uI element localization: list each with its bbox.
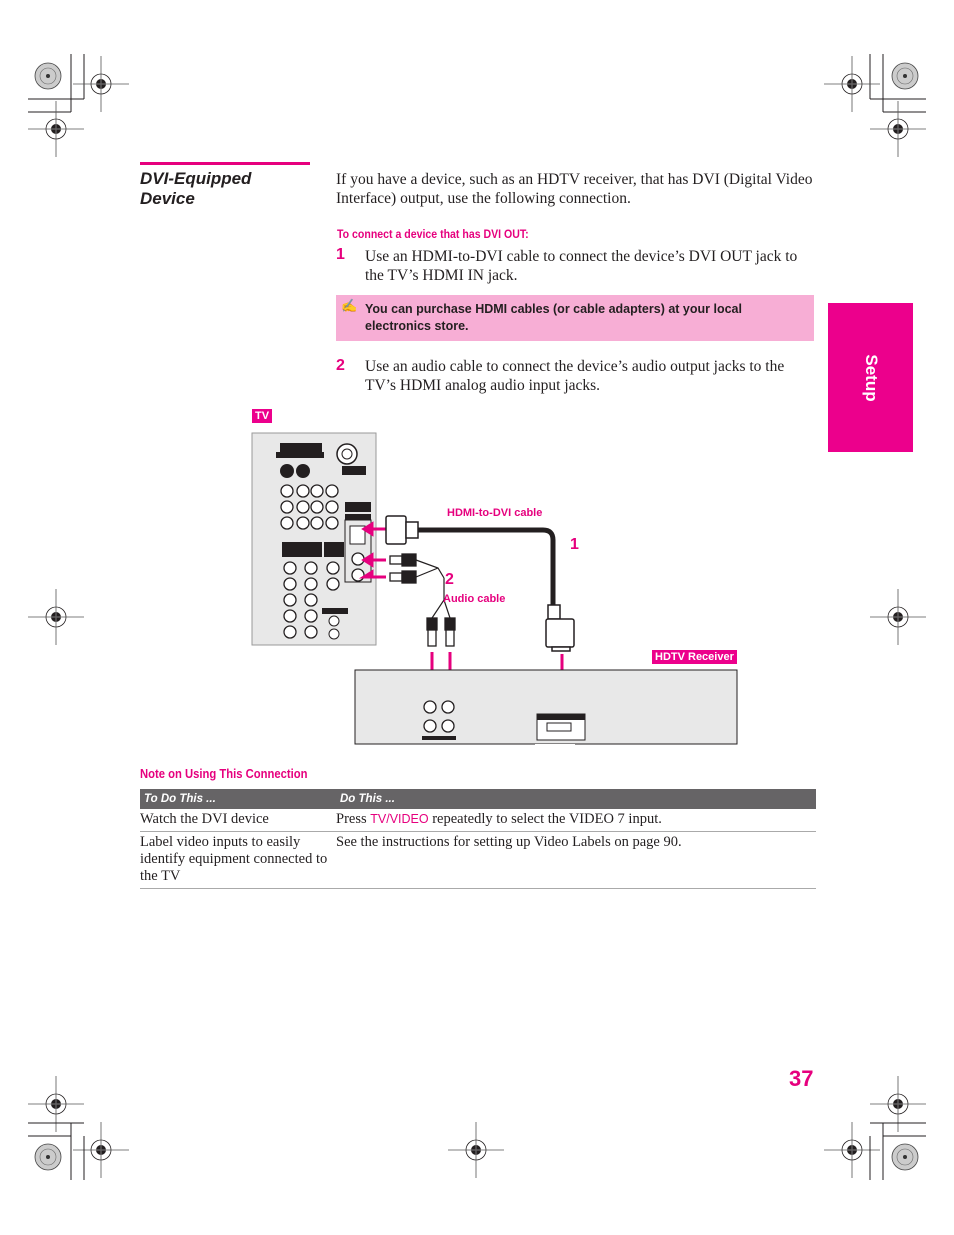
receiver-audio-out-label-bar: [422, 736, 456, 740]
registration-mark-icon: [823, 55, 881, 113]
table-heading: Note on Using This Connection: [140, 767, 308, 781]
video-in-header: [280, 443, 322, 452]
audio-cable-label: Audio cable: [443, 593, 505, 605]
cell-do-pre: Press: [336, 811, 371, 827]
dvi-connector: [545, 604, 575, 652]
audio-rca-plugs-tv: [389, 553, 417, 584]
audio-rca-plugs-receiver: [426, 617, 456, 647]
audio-in-l-jack: [351, 552, 365, 566]
tv-video-button-ref: TV/VIDEO: [370, 812, 429, 826]
page-number: 37: [789, 1066, 814, 1091]
registration-mark-icon: [72, 55, 130, 113]
callout-2: 2: [445, 571, 454, 588]
audio-cable: [415, 559, 451, 619]
table-header-row: To Do This ... Do This ...: [140, 789, 816, 809]
s-video-jack: [280, 464, 294, 478]
control-s-in-jack: [328, 615, 340, 627]
color-bar-icon: [34, 62, 62, 90]
s-video-jack: [296, 464, 310, 478]
note-table: To Do This ... Do This ... Watch the DVI…: [140, 789, 816, 889]
audio-in-r-jack: [351, 568, 365, 582]
vhf-uhf-jack: [336, 443, 358, 465]
registration-mark-icon: [72, 1121, 130, 1179]
col-header-do: Do This ...: [336, 789, 816, 809]
table-row: Watch the DVI device Press TV/VIDEO repe…: [140, 809, 816, 832]
registration-mark-icon: [27, 100, 85, 158]
step-2-number: 2: [336, 357, 345, 374]
cell-todo: Label video inputs to easily identify eq…: [140, 831, 336, 889]
callout-1: 1: [570, 536, 579, 553]
cell-do: Press TV/VIDEO repeatedly to select the …: [336, 809, 816, 832]
hd-dvd-in-header: [282, 542, 322, 551]
control-s-out-jack: [328, 628, 340, 640]
rca-jack-grid: [280, 484, 339, 530]
registration-mark-icon: [869, 588, 927, 646]
hdtv-receiver-tag: HDTV Receiver: [652, 650, 737, 664]
tv-tag: TV: [252, 409, 273, 423]
color-bar-icon: [891, 1143, 919, 1171]
step-1-number: 1: [336, 246, 345, 263]
section-title: DVI-Equipped Device: [140, 169, 320, 209]
registration-mark-icon: [447, 1121, 505, 1179]
registration-mark-icon: [27, 1075, 85, 1133]
connection-diagram: 1 2 HDMI-to-DVI cable Audio cable: [251, 432, 738, 748]
note-text: You can purchase HDMI cables (or cable a…: [365, 302, 742, 333]
section-rule: [140, 162, 310, 165]
monitor-out-header: [342, 466, 366, 475]
registration-mark-icon: [27, 588, 85, 646]
side-tab-setup[interactable]: Setup: [828, 303, 913, 452]
hdmi-connector: [385, 515, 419, 545]
control-s-header: [322, 608, 348, 614]
step-1-text: Use an HDMI-to-DVI cable to connect the …: [365, 248, 798, 284]
registration-mark-icon: [823, 1121, 881, 1179]
cell-do-pre: See the instructions for setting up Vide…: [336, 834, 682, 850]
section-title-line1: DVI-Equipped: [140, 169, 252, 188]
pencil-note-icon: ✍: [341, 298, 358, 313]
hdmi-logo-box: [345, 502, 371, 512]
cell-do-post: repeatedly to select the VIDEO 7 input.: [428, 811, 662, 827]
color-bar-icon: [34, 1143, 62, 1171]
cell-todo: Watch the DVI device: [140, 809, 336, 832]
color-bar-icon: [891, 62, 919, 90]
registration-mark-icon: [869, 1075, 927, 1133]
section-title-line2: Device: [140, 189, 195, 208]
audio-out-header: [324, 542, 344, 557]
side-tab-label: Setup: [861, 353, 881, 402]
table-row: Label video inputs to easily identify eq…: [140, 831, 816, 889]
intro-paragraph: If you have a device, such as an HDTV re…: [336, 171, 813, 207]
procedure-subheading: To connect a device that has DVI OUT:: [337, 227, 529, 241]
registration-mark-icon: [869, 100, 927, 158]
hdmi-cable-label: HDMI-to-DVI cable: [447, 507, 542, 519]
step-2-text: Use an audio cable to connect the device…: [365, 358, 785, 394]
cell-do: See the instructions for setting up Vide…: [336, 831, 816, 889]
col-header-todo: To Do This ...: [140, 789, 336, 809]
